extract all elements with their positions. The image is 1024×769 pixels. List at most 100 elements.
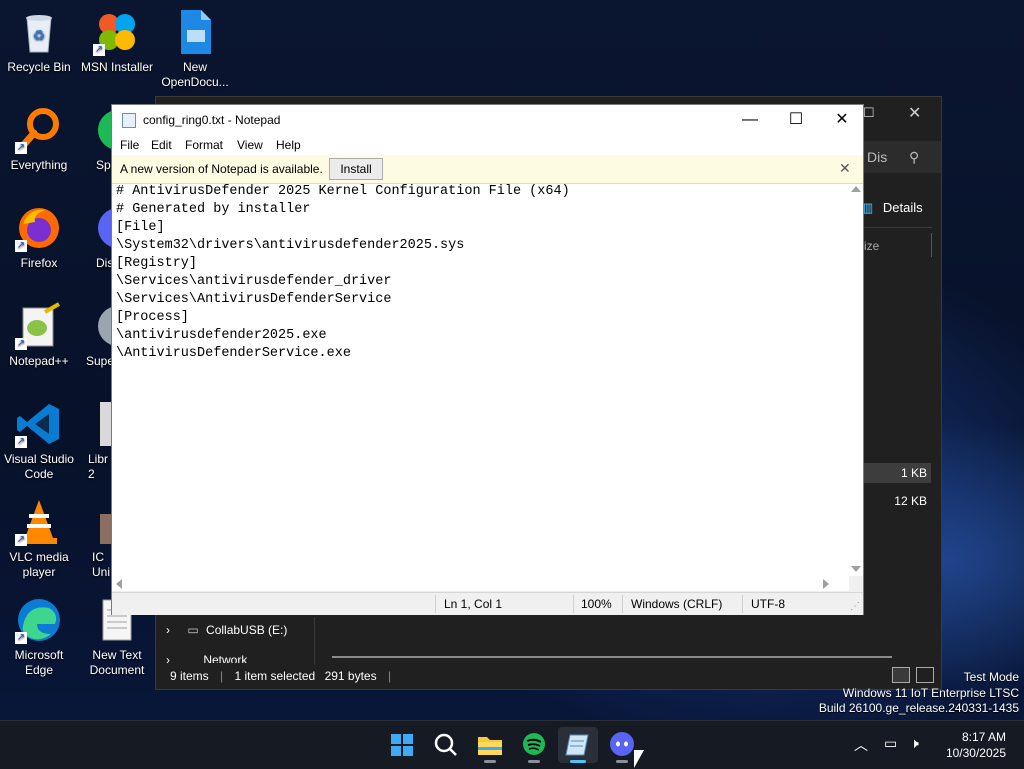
desktop-icon-libreoffice[interactable]: Libr 2 [78, 400, 112, 482]
desktop-icon-ic-uni[interactable]: IC Uni [78, 498, 112, 580]
desktop-icon-msn-installer[interactable]: ↗ MSN Installer [78, 8, 156, 75]
spotify-icon [523, 733, 545, 755]
mouse-cursor [634, 750, 644, 768]
horizontal-scrollbar[interactable] [112, 576, 849, 591]
windows-edition-watermark: Windows 11 IoT Enterprise LTSC [842, 686, 1019, 700]
notepad-title-bar[interactable]: config_ring0.txt - Notepad — ☐ ✕ [112, 105, 863, 135]
desktop-icon-label: Notepad++ [9, 354, 69, 368]
desktop-icon-spotify[interactable]: Sp [78, 106, 112, 173]
desktop-icon-supe[interactable]: Supe [78, 302, 112, 369]
chevron-right-icon: › [166, 653, 170, 663]
test-mode-watermark: Test Mode [963, 670, 1019, 684]
running-indicator [616, 760, 628, 763]
desktop-icon-notepadpp[interactable]: ↗ Notepad++ [0, 302, 78, 369]
menu-bar: File Edit Format View Help [112, 135, 863, 155]
desktop-icon-edge[interactable]: ↗ Microsoft Edge [0, 596, 78, 678]
clock-time: 8:17 AM [961, 730, 1006, 744]
dismiss-info-close-icon[interactable]: ✕ [839, 160, 851, 177]
text-line: # AntivirusDefender 2025 Kernel Configur… [116, 184, 570, 199]
svg-text:♻: ♻ [33, 27, 46, 43]
shortcut-arrow-icon: ↗ [15, 534, 27, 546]
search-icon: ⚲ [909, 149, 920, 165]
menu-edit[interactable]: Edit [151, 138, 172, 152]
details-label: Details [882, 200, 923, 215]
text-line: [Registry] [116, 256, 198, 271]
install-button[interactable]: Install [329, 158, 383, 180]
menu-help[interactable]: Help [276, 138, 301, 152]
scroll-left-arrow-icon[interactable] [116, 579, 122, 589]
document-icon [171, 8, 219, 56]
minimize-button[interactable]: — [727, 105, 773, 135]
close-icon[interactable]: ✕ [908, 103, 921, 123]
size-column-header[interactable]: ize [864, 239, 879, 253]
scroll-up-arrow-icon[interactable] [851, 186, 861, 192]
notepad-window[interactable]: config_ring0.txt - Notepad — ☐ ✕ File Ed… [111, 104, 864, 615]
taskbar-file-explorer[interactable] [470, 727, 510, 763]
running-indicator [528, 760, 540, 763]
notepadpp-icon: ↗ [15, 302, 63, 350]
vertical-scrollbar[interactable] [849, 184, 863, 576]
system-clock[interactable]: 8:17 AM 10/30/2025 [946, 729, 1006, 761]
desktop-icon-label: VLC media player [9, 550, 69, 579]
network-icon[interactable]: ▭ [884, 735, 897, 752]
vscode-icon: ↗ [15, 400, 63, 448]
desktop-icon-new-opendocument[interactable]: New OpenDocu... [156, 8, 234, 90]
start-button[interactable] [382, 727, 422, 763]
taskbar-spotify[interactable] [514, 727, 554, 763]
file-row-size-selected[interactable]: 1 KB [861, 463, 931, 483]
maximize-button[interactable]: ☐ [773, 105, 819, 135]
window-title: config_ring0.txt - Notepad [143, 113, 281, 127]
horizontal-scrollbar[interactable] [332, 656, 892, 658]
menu-format[interactable]: Format [185, 138, 223, 152]
desktop-icon-everything[interactable]: ↗ Everything [0, 106, 78, 173]
vlc-icon: ↗ [15, 498, 63, 546]
desktop-icon-vlc[interactable]: ↗ VLC media player [0, 498, 78, 580]
shortcut-arrow-icon: ↗ [15, 142, 27, 154]
shortcut-arrow-icon: ↗ [93, 44, 105, 56]
volume-muted-icon[interactable]: 🕨 [910, 735, 919, 752]
selection-count: 1 item selected [234, 669, 316, 683]
desktop-icon-label: Microsoft Edge [14, 648, 64, 677]
maximize-icon: ☐ [788, 111, 804, 128]
desktop-icon-label: Firefox [20, 256, 58, 270]
menu-view[interactable]: View [237, 138, 263, 152]
file-row-size[interactable]: 12 KB [861, 491, 931, 511]
nav-item-network[interactable]: › Network [166, 653, 247, 663]
update-info-bar: A new version of Notepad is available. I… [112, 155, 863, 184]
desktop-icon-label: IC Uni [92, 550, 111, 579]
folder-icon [478, 737, 502, 755]
desktop-icon-label: New OpenDocu... [161, 60, 229, 89]
search-button[interactable] [426, 727, 466, 763]
desktop-icon-firefox[interactable]: ↗ Firefox [0, 204, 78, 271]
desktop-icon-label: Libr 2 [88, 452, 109, 481]
desktop-icon-discord[interactable]: Dis [78, 204, 112, 271]
nav-item-collabusb[interactable]: › ▭ CollabUSB (E:) [166, 623, 287, 637]
desktop-icon-vscode[interactable]: ↗ Visual Studio Code [0, 400, 78, 482]
scroll-down-arrow-icon[interactable] [851, 566, 861, 572]
text-line: \Services\AntivirusDefenderService [116, 292, 392, 307]
resize-grip-icon[interactable]: ⋰ [850, 601, 860, 612]
taskbar: ︿ ▭ 🕨 8:17 AM 10/30/2025 [0, 720, 1024, 769]
text-editor[interactable]: # AntivirusDefender 2025 Kernel Configur… [112, 184, 849, 576]
close-button[interactable]: ✕ [819, 105, 865, 135]
text-line: \System32\drivers\antivirusdefender2025.… [116, 238, 465, 253]
edge-icon: ↗ [15, 596, 63, 644]
desktop-icon-recycle-bin[interactable]: ♻ Recycle Bin [0, 8, 78, 75]
menu-file[interactable]: File [120, 138, 139, 152]
explorer-search-box[interactable]: Dis ⚲ [861, 141, 941, 173]
taskbar-notepad[interactable] [558, 727, 598, 763]
selection-size: 291 bytes [324, 669, 377, 683]
show-hidden-icons-chevron-up-icon[interactable]: ︿ [854, 735, 868, 755]
notepad-status-bar: Ln 1, Col 1 100% Windows (CRLF) UTF-8 ⋰ [112, 592, 863, 615]
desktop-icon-label: Visual Studio Code [4, 452, 74, 481]
details-view-button[interactable] [892, 667, 910, 683]
thumbnail-view-button[interactable] [916, 667, 934, 683]
app-icon [94, 302, 112, 350]
scroll-right-arrow-icon[interactable] [823, 579, 829, 589]
discord-icon [94, 204, 112, 252]
line-ending: Windows (CRLF) [631, 597, 723, 611]
explorer-status-bar: 9 items | 1 item selected 291 bytes | [170, 669, 392, 683]
details-button[interactable]: ▥ Details [861, 200, 923, 216]
desktop-icon-label: Everything [10, 158, 68, 172]
notepad-icon [565, 734, 589, 756]
